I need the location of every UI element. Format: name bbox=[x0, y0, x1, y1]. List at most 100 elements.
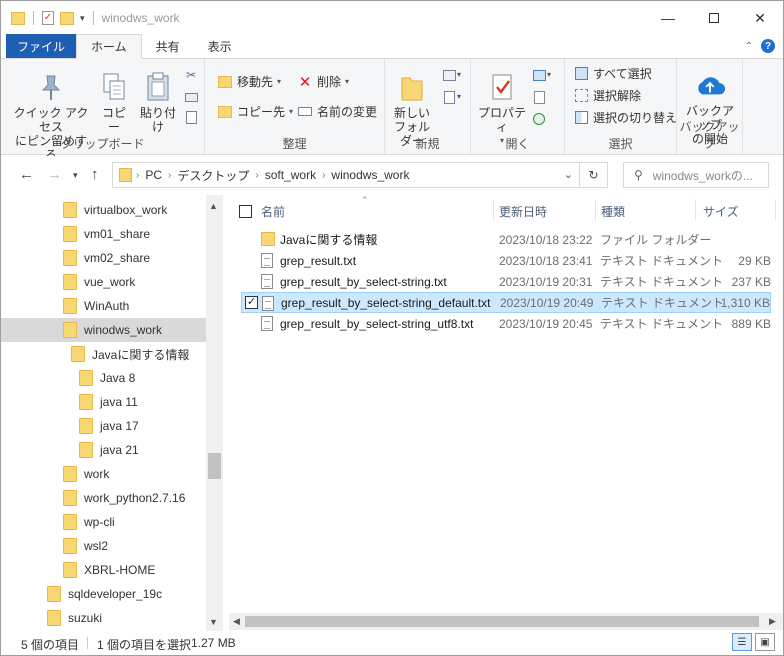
nav-item[interactable]: java 21 bbox=[1, 438, 206, 462]
nav-item[interactable]: vm01_share bbox=[1, 222, 206, 246]
text-file-icon bbox=[261, 316, 273, 331]
chevron-right-icon: › bbox=[322, 169, 326, 181]
chevron-down-icon[interactable]: ▾ bbox=[547, 70, 551, 79]
maximize-button[interactable] bbox=[691, 1, 737, 35]
address-bar[interactable]: › PC › デスクトップ › soft_work › winodws_work… bbox=[112, 162, 608, 188]
file-size: 1,310 KB bbox=[720, 295, 770, 310]
nav-item[interactable]: wsl2 bbox=[1, 534, 206, 558]
back-arrow-icon[interactable]: ← bbox=[19, 166, 34, 183]
file-name: grep_result.txt bbox=[280, 253, 357, 268]
nav-item-label: WinAuth bbox=[84, 299, 130, 313]
file-row[interactable]: grep_result.txt 2023/10/18 23:41 テキスト ドキュメ… bbox=[241, 250, 771, 271]
scroll-right-icon[interactable]: ▶ bbox=[769, 616, 776, 627]
select-all-checkbox[interactable] bbox=[239, 205, 252, 218]
nav-item[interactable]: java 17 bbox=[1, 414, 206, 438]
nav-item[interactable]: winodws_work bbox=[1, 318, 206, 342]
tab-view[interactable]: 表示 bbox=[194, 34, 246, 58]
cut-icon[interactable]: ✂ bbox=[183, 67, 199, 83]
row-checkbox[interactable]: ✓ bbox=[245, 296, 258, 309]
file-date: 2023/10/19 20:45 bbox=[499, 316, 593, 331]
copy-path-icon[interactable] bbox=[183, 89, 199, 105]
new-folder-icon[interactable] bbox=[60, 11, 74, 25]
navigation-pane: virtualbox_work vm01_share vm02_share vue_w… bbox=[1, 195, 223, 631]
search-input[interactable]: ⚲ winodws_workの... bbox=[623, 162, 769, 188]
select-none-button[interactable]: 選択解除 bbox=[573, 87, 641, 104]
tab-file[interactable]: ファイル bbox=[6, 34, 77, 58]
scroll-up-icon[interactable]: ▲ bbox=[209, 201, 218, 211]
recent-locations-icon[interactable]: ▾ bbox=[73, 170, 78, 181]
nav-item[interactable]: vue_work bbox=[1, 270, 206, 294]
file-type: テキスト ドキュメント bbox=[600, 254, 723, 268]
help-icon[interactable]: ? bbox=[761, 39, 775, 53]
chevron-down-icon[interactable]: ▾ bbox=[457, 70, 461, 79]
folder-icon bbox=[63, 226, 77, 242]
up-arrow-icon[interactable]: ↑ bbox=[91, 166, 99, 183]
nav-item-label: suzuki bbox=[68, 611, 103, 625]
nav-item-label: java 17 bbox=[100, 419, 139, 433]
delete-button[interactable]: ✕ 削除 ▾ bbox=[297, 73, 349, 91]
refresh-button[interactable]: ↻ bbox=[579, 163, 607, 187]
new-item-icon[interactable] bbox=[441, 67, 457, 83]
scroll-left-icon[interactable]: ◀ bbox=[233, 616, 240, 627]
rename-button[interactable]: 名前の変更 bbox=[297, 103, 377, 120]
ribbon-collapse-icon[interactable]: ⌃ bbox=[745, 41, 753, 52]
forward-arrow-icon[interactable]: → bbox=[47, 166, 62, 183]
nav-item[interactable]: work_python2.7.16 bbox=[1, 486, 206, 510]
edit-icon[interactable] bbox=[531, 89, 547, 105]
breadcrumb-desktop[interactable]: デスクトップ bbox=[177, 167, 249, 184]
nav-item-label: java 21 bbox=[100, 443, 139, 457]
nav-item[interactable]: suzuki bbox=[1, 606, 206, 630]
breadcrumb-soft-work[interactable]: soft_work bbox=[265, 168, 316, 182]
scroll-down-icon[interactable]: ▼ bbox=[209, 617, 218, 627]
nav-item[interactable]: Javaに関する情報 bbox=[1, 342, 206, 366]
move-to-button[interactable]: 移動先 ▾ bbox=[217, 73, 281, 90]
nav-item-label: sqldeveloper_19c bbox=[68, 587, 163, 601]
large-icons-view-button[interactable]: ▣ bbox=[755, 633, 775, 651]
nav-item[interactable]: sqldeveloper_19c bbox=[1, 582, 206, 606]
copy-to-button[interactable]: コピー先 ▾ bbox=[217, 103, 293, 120]
nav-item[interactable]: vm02_share bbox=[1, 246, 206, 270]
minimize-button[interactable]: — bbox=[645, 1, 691, 35]
column-header-date[interactable]: 更新日時 bbox=[499, 199, 547, 223]
nav-item[interactable]: virtualbox_work bbox=[1, 198, 206, 222]
nav-item[interactable]: XBRL-HOME bbox=[1, 558, 206, 582]
chevron-down-icon[interactable]: ▾ bbox=[457, 92, 461, 101]
select-all-button[interactable]: すべて選択 bbox=[573, 65, 652, 82]
folder-icon bbox=[63, 490, 77, 506]
horizontal-scrollbar[interactable]: ◀ ▶ bbox=[229, 613, 783, 630]
column-header-size[interactable]: サイズ bbox=[703, 199, 739, 223]
breadcrumb-pc[interactable]: PC bbox=[145, 168, 162, 182]
nav-item[interactable]: Java 8 bbox=[1, 366, 206, 390]
nav-item[interactable]: work bbox=[1, 462, 206, 486]
details-view-button[interactable]: ☰ bbox=[732, 633, 752, 651]
scroll-thumb[interactable] bbox=[245, 616, 759, 627]
tab-home[interactable]: ホーム bbox=[76, 34, 142, 59]
paste-button[interactable]: 貼り付け bbox=[135, 71, 181, 134]
copy-button[interactable]: コピー bbox=[97, 71, 131, 134]
history-icon[interactable] bbox=[531, 111, 547, 127]
file-row[interactable]: ✓ grep_result_by_select-string_default.tx… bbox=[241, 292, 771, 313]
nav-item[interactable]: java 11 bbox=[1, 390, 206, 414]
easy-access-icon[interactable] bbox=[441, 89, 457, 105]
open-icon[interactable] bbox=[531, 67, 547, 83]
tab-share[interactable]: 共有 bbox=[142, 34, 194, 58]
nav-item[interactable]: wp-cli bbox=[1, 510, 206, 534]
invert-selection-button[interactable]: 選択の切り替え bbox=[573, 109, 677, 126]
file-type: テキスト ドキュメント bbox=[600, 275, 723, 289]
customize-dropdown-icon[interactable]: ▾ bbox=[80, 13, 85, 24]
file-row[interactable]: Javaに関する情報 2023/10/18 23:22 ファイル フォルダー bbox=[241, 229, 771, 250]
ribbon: クイック アクセス にピン留めする コピー 貼り付け ✂ クリップボード 移動先… bbox=[1, 59, 783, 162]
file-row[interactable]: grep_result_by_select-string_utf8.txt 202… bbox=[241, 313, 771, 334]
address-dropdown-icon[interactable]: ⌄ bbox=[564, 168, 573, 181]
column-header-name[interactable]: 名前 bbox=[261, 199, 285, 223]
chevron-down-icon: ▾ bbox=[277, 77, 282, 86]
close-button[interactable]: ✕ bbox=[737, 1, 783, 35]
scroll-thumb[interactable] bbox=[208, 453, 221, 479]
nav-item[interactable]: WinAuth bbox=[1, 294, 206, 318]
column-header-type[interactable]: 種類 bbox=[601, 199, 625, 223]
nav-scrollbar[interactable]: ▲ ▼ bbox=[206, 195, 223, 631]
file-row[interactable]: grep_result_by_select-string.txt 2023/10/… bbox=[241, 271, 771, 292]
breadcrumb-winodws-work[interactable]: winodws_work bbox=[331, 168, 409, 182]
paste-shortcut-icon[interactable] bbox=[183, 109, 199, 125]
properties-check-icon[interactable]: ✓ bbox=[42, 11, 54, 25]
